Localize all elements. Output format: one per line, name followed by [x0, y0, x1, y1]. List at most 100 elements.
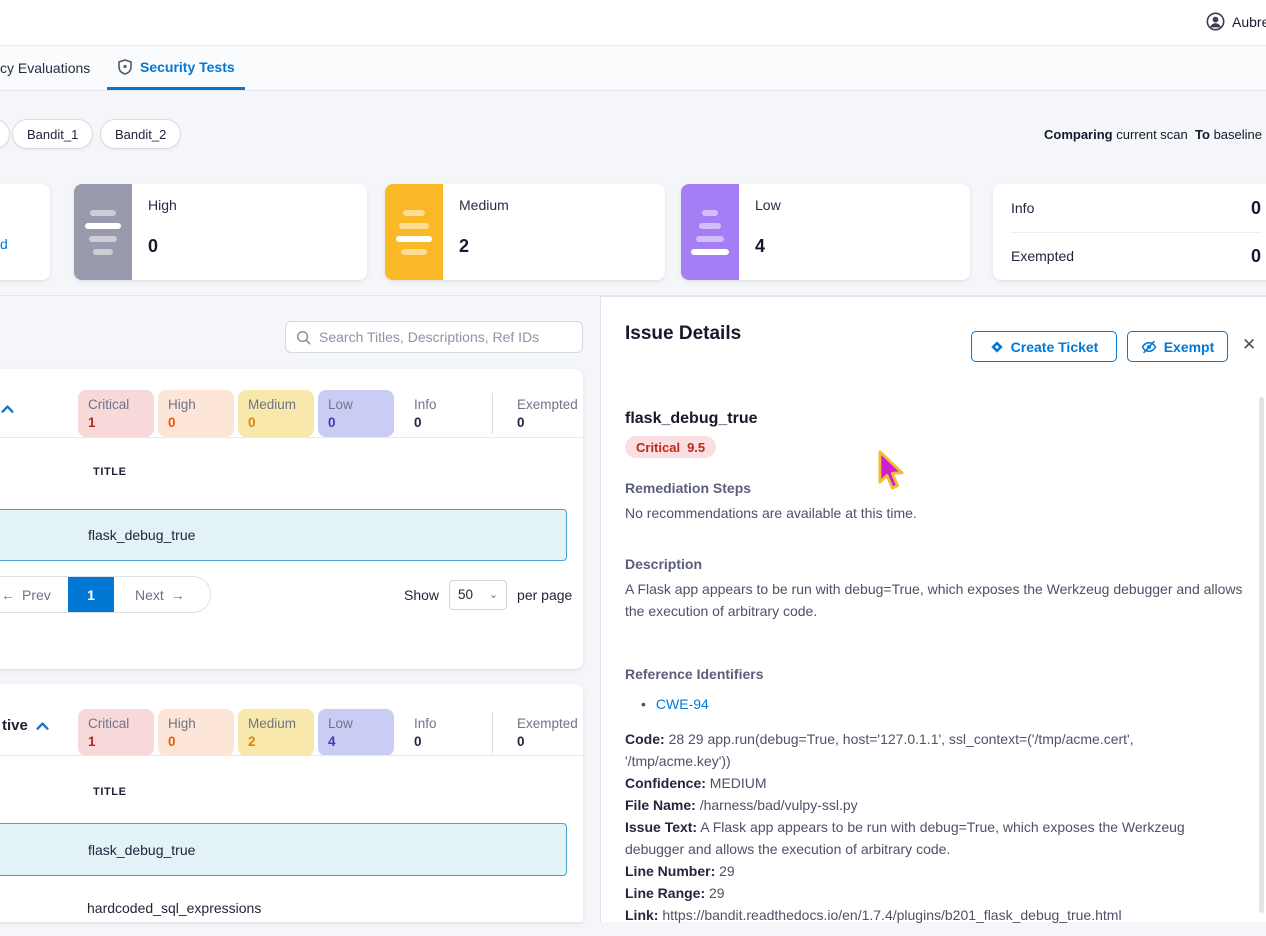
target-pill-bandit-2[interactable]: Bandit_2: [100, 119, 181, 149]
page-size-select[interactable]: 50 ⌄: [449, 580, 507, 610]
next-page-button[interactable]: Next →: [114, 587, 185, 603]
severity-chip-low[interactable]: Low 4: [318, 709, 394, 756]
severity-chip-high[interactable]: High 0: [158, 390, 234, 437]
summary-card-info-exempted[interactable]: Info 0 Exempted 0: [993, 184, 1266, 280]
severity-chip-row: Critical 1 High 0 Medium 2 Low 4 Info 0 …: [78, 709, 587, 756]
severity-chip-info[interactable]: Info 0: [404, 709, 476, 756]
issue-row-hardcoded-sql-expressions[interactable]: hardcoded_sql_expressions: [0, 880, 567, 936]
collapse-group-icon[interactable]: [1, 405, 14, 413]
row-label: Exempted: [1011, 248, 1074, 264]
comparing-current: current scan: [1116, 127, 1188, 142]
summary-card-fragment[interactable]: d: [0, 184, 50, 280]
search-icon: [296, 330, 311, 345]
info-row: Info 0: [1011, 184, 1261, 232]
severity-chip-medium[interactable]: Medium 2: [238, 709, 314, 756]
severity-chip-exempted[interactable]: Exempted 0: [507, 709, 587, 756]
active-tab-underline: [107, 87, 245, 90]
chip-count: 0: [168, 734, 230, 749]
shield-icon: [118, 59, 132, 75]
collapse-group-icon[interactable]: [36, 722, 49, 730]
issue-row-flask-debug-true[interactable]: flask_debug_true: [0, 823, 567, 876]
issue-title: hardcoded_sql_expressions: [87, 900, 261, 916]
chip-label: Exempted: [517, 396, 583, 413]
summary-card-low[interactable]: Low 4: [681, 184, 970, 280]
close-icon[interactable]: ✕: [1242, 335, 1256, 355]
card-label: Low: [755, 197, 781, 213]
severity-chip-medium[interactable]: Medium 0: [238, 390, 314, 437]
chip-label: Medium: [248, 715, 310, 732]
severity-chip-info[interactable]: Info 0: [404, 390, 476, 437]
chip-count: 1: [88, 415, 150, 430]
tab-bar: cy Evaluations Security Tests: [0, 46, 1266, 91]
create-ticket-button[interactable]: Create Ticket: [971, 331, 1117, 362]
top-bar: Aubre: [0, 0, 1266, 46]
page-size-value: 50: [458, 587, 473, 602]
tab-policy-evaluations[interactable]: cy Evaluations: [0, 60, 90, 76]
comparing-to-label: To: [1195, 127, 1210, 142]
exempted-row: Exempted 0: [1011, 232, 1261, 280]
issue-group-card: tive Critical 1 High 0 Medium 2 Low 4 In…: [0, 684, 583, 922]
badge-score: 9.5: [687, 440, 705, 455]
issue-row-flask-debug-true[interactable]: flask_debug_true: [0, 509, 567, 561]
severity-chip-exempted[interactable]: Exempted 0: [507, 390, 587, 437]
target-pill-bandit-1[interactable]: Bandit_1: [12, 119, 93, 149]
field-line-range: Line Range: 29: [625, 882, 1241, 904]
search-input[interactable]: [319, 329, 572, 345]
severity-chip-critical[interactable]: Critical 1: [78, 390, 154, 437]
field-link: Link: https://bandit.readthedocs.io/en/1…: [625, 904, 1241, 926]
bullet-icon: •: [641, 696, 646, 712]
chip-count: 0: [328, 415, 390, 430]
page-1-button[interactable]: 1: [68, 576, 114, 613]
arrow-right-icon: →: [171, 587, 185, 603]
badge-severity: Critical: [636, 440, 680, 455]
severity-chip-low[interactable]: Low 0: [318, 390, 394, 437]
severity-chip-critical[interactable]: Critical 1: [78, 709, 154, 756]
field-issue-text: Issue Text: A Flask app appears to be ru…: [625, 816, 1241, 860]
row-label: Info: [1011, 200, 1034, 216]
chip-count: 4: [328, 734, 390, 749]
divider: [0, 437, 583, 438]
chip-label: High: [168, 715, 230, 732]
chip-label: Info: [414, 715, 472, 732]
issue-group-card: Critical 1 High 0 Medium 0 Low 0 Info 0 …: [0, 369, 583, 669]
chip-label: Critical: [88, 396, 150, 413]
card-label: High: [148, 197, 177, 213]
severity-gauge-icon: [385, 184, 443, 280]
chip-count: 0: [248, 415, 310, 430]
cwe-link[interactable]: CWE-94: [656, 696, 709, 712]
summary-card-high[interactable]: High 0: [74, 184, 367, 280]
vertical-scrollbar[interactable]: [1259, 397, 1264, 913]
description-heading: Description: [625, 556, 702, 572]
chip-count: 2: [248, 734, 310, 749]
exempt-button[interactable]: Exempt: [1127, 331, 1228, 362]
tab-label: Security Tests: [140, 59, 235, 75]
user-name: Aubre: [1232, 14, 1266, 30]
field-confidence: Confidence: MEDIUM: [625, 772, 1241, 794]
eye-slash-icon: [1141, 340, 1157, 354]
pagination: ← Prev 1 Next →: [0, 576, 211, 613]
comparing-baseline: baseline: [1214, 127, 1262, 142]
button-label: Exempt: [1164, 339, 1215, 355]
remediation-text: No recommendations are available at this…: [625, 502, 1245, 524]
prev-page-button[interactable]: ← Prev: [0, 587, 68, 603]
fragment-link[interactable]: d: [0, 236, 8, 252]
button-label: Create Ticket: [1011, 339, 1099, 355]
title-column-header: TITLE: [93, 786, 127, 798]
remediation-heading: Remediation Steps: [625, 480, 751, 496]
chip-label: Info: [414, 396, 472, 413]
issue-field-list: Code: 28 29 app.run(debug=True, host='12…: [625, 728, 1241, 926]
user-menu[interactable]: Aubre: [1206, 12, 1266, 31]
issue-title: flask_debug_true: [88, 842, 195, 858]
chip-divider: [492, 393, 493, 434]
chip-count: 0: [168, 415, 230, 430]
tab-security-tests[interactable]: Security Tests: [118, 59, 235, 75]
target-pill-fragment[interactable]: [0, 119, 10, 149]
summary-card-medium[interactable]: Medium 2: [385, 184, 665, 280]
group-label[interactable]: tive: [2, 717, 49, 734]
chip-label: Low: [328, 715, 390, 732]
chip-divider: [492, 712, 493, 753]
chip-count: 0: [414, 415, 472, 430]
chip-label: Low: [328, 396, 390, 413]
divider: [0, 755, 583, 756]
severity-chip-high[interactable]: High 0: [158, 709, 234, 756]
